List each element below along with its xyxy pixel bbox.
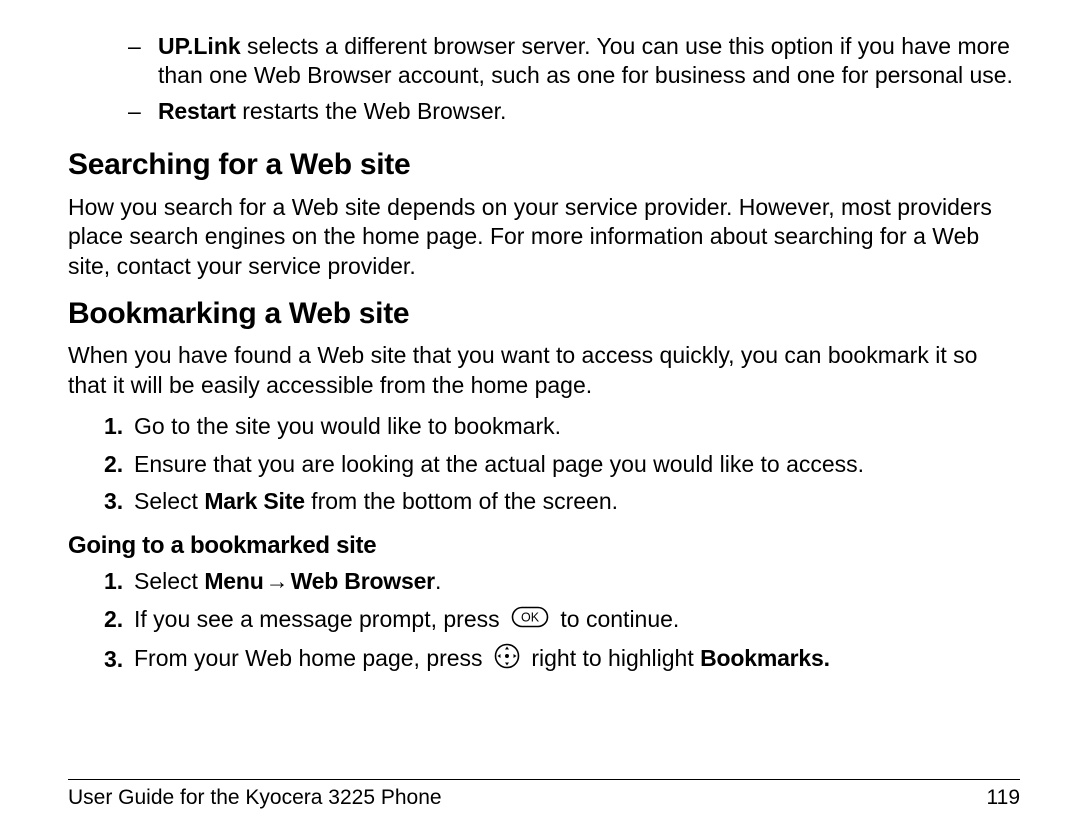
step-number: 3. [104,487,134,516]
step-pre: From your Web home page, press [134,645,489,671]
restart-desc: restarts the Web Browser. [236,98,507,124]
step-text: Ensure that you are looking at the actua… [134,450,1020,479]
bookmarking-heading: Bookmarking a Web site [68,295,1020,333]
dash-text: UP.Link selects a different browser serv… [158,32,1020,91]
step-number: 2. [104,450,134,479]
dash-item: – Restart restarts the Web Browser. [128,97,1020,126]
web-browser-label: Web Browser [291,568,435,594]
step-post: from the bottom of the screen. [305,488,618,514]
going-bookmarked-heading: Going to a bookmarked site [68,531,1020,562]
searching-body: How you search for a Web site depends on… [68,193,1020,281]
footer: User Guide for the Kyocera 3225 Phone 11… [68,786,1020,810]
arrow-icon: → [264,567,291,596]
dash-text: Restart restarts the Web Browser. [158,97,1020,126]
step-text: Go to the site you would like to bookmar… [134,412,1020,441]
step-pre: Select [134,568,204,594]
mark-site-label: Mark Site [204,488,304,514]
step-text: Select Menu → Web Browser. [134,567,1020,596]
footer-left: User Guide for the Kyocera 3225 Phone [68,786,442,810]
step-pre: If you see a message prompt, press [134,606,506,632]
ok-button-icon: OK [511,606,549,635]
step-text: Select Mark Site from the bottom of the … [134,487,1020,516]
list-item: 3. From your Web home page, press [104,643,1020,676]
step-number: 2. [104,605,134,634]
restart-label: Restart [158,98,236,124]
menu-label: Menu [204,568,263,594]
bookmarks-label: Bookmarks. [700,645,830,671]
step-number: 3. [104,645,134,674]
svg-text:OK: OK [521,610,540,624]
step-pre: Select [134,488,204,514]
footer-rule [68,779,1020,780]
dash-item: – UP.Link selects a different browser se… [128,32,1020,91]
dash-list: – UP.Link selects a different browser se… [128,32,1020,126]
step-number: 1. [104,567,134,596]
bookmark-steps: 1. Go to the site you would like to book… [104,412,1020,516]
dash-bullet: – [128,97,158,126]
list-item: 1. Go to the site you would like to book… [104,412,1020,441]
nav-pad-icon [494,643,520,676]
list-item: 2. If you see a message prompt, press OK… [104,605,1020,636]
searching-heading: Searching for a Web site [68,146,1020,184]
bookmarking-body: When you have found a Web site that you … [68,341,1020,400]
step-text: If you see a message prompt, press OK to… [134,605,1020,636]
step-post-pre: right to highlight [531,645,700,671]
step-post: . [435,568,441,594]
step-post: to continue. [560,606,679,632]
list-item: 1. Select Menu → Web Browser. [104,567,1020,596]
uplink-desc: selects a different browser server. You … [158,33,1013,88]
list-item: 2. Ensure that you are looking at the ac… [104,450,1020,479]
step-number: 1. [104,412,134,441]
step-text: From your Web home page, press right to … [134,643,1020,676]
going-steps: 1. Select Menu → Web Browser. 2. If you … [104,567,1020,677]
dash-bullet: – [128,32,158,91]
list-item: 3. Select Mark Site from the bottom of t… [104,487,1020,516]
uplink-label: UP.Link [158,33,241,59]
page-number: 119 [987,786,1020,810]
